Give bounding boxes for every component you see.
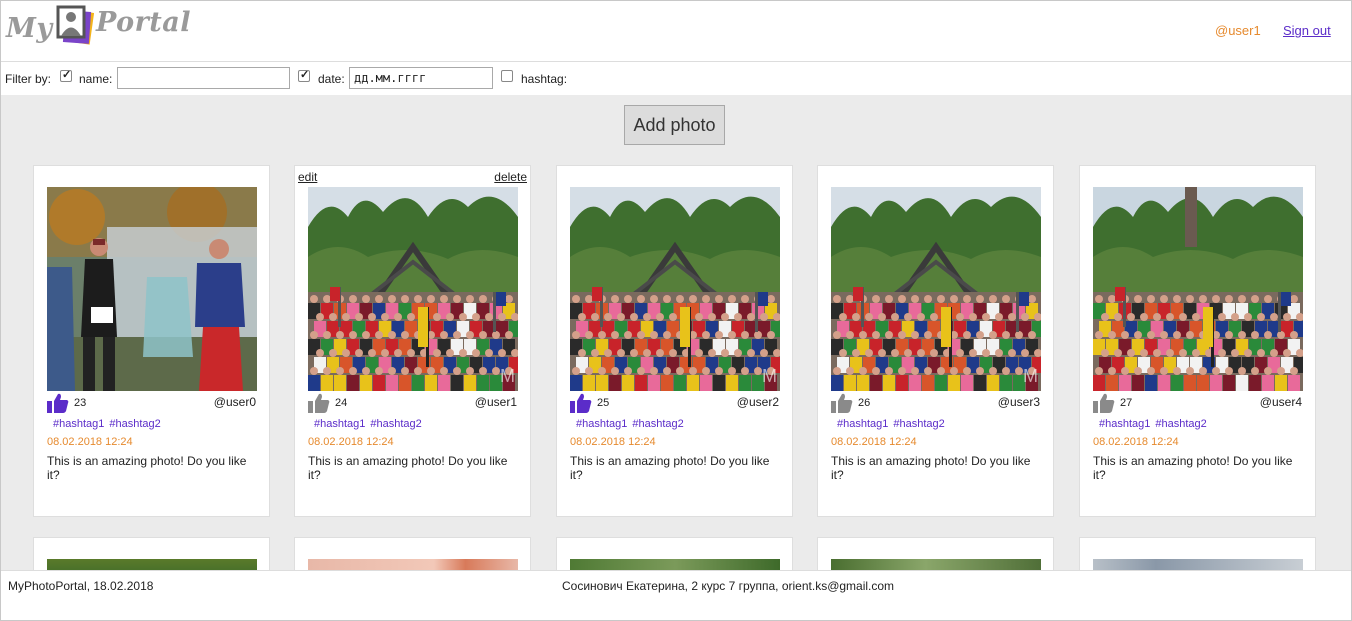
hashtag-list: #hashtag1 #hashtag2 — [576, 418, 689, 430]
hashtag-filter-label: hashtag: — [521, 72, 568, 86]
like-count: 25 — [597, 397, 610, 409]
logo-text-right: Portal — [96, 7, 192, 38]
hashtag-link[interactable]: #hashtag2 — [1155, 418, 1206, 430]
hashtag-link[interactable]: #hashtag2 — [370, 418, 421, 430]
hashtag-filter-checkbox[interactable] — [501, 70, 513, 82]
photo-author[interactable]: @user1 — [475, 395, 517, 409]
date-filter-label: date: — [318, 72, 345, 86]
name-filter-input[interactable] — [117, 67, 290, 89]
hashtag-link[interactable]: #hashtag1 — [53, 418, 104, 430]
photo-image[interactable]: M — [308, 187, 518, 391]
like-count: 23 — [74, 397, 87, 409]
thumbs-up-icon[interactable] — [831, 393, 853, 413]
photo-description: This is an amazing photo! Do you like it… — [47, 454, 247, 482]
photo-date: 08.02.2018 12:24 — [831, 436, 917, 448]
photo-date: 08.02.2018 12:24 — [1093, 436, 1179, 448]
thumbs-up-icon[interactable] — [308, 393, 330, 413]
filter-label: Filter by: — [5, 72, 52, 86]
photo-date: 08.02.2018 12:24 — [47, 436, 133, 448]
svg-text:M: M — [1023, 366, 1038, 386]
photo-image[interactable] — [47, 187, 257, 391]
photo-author[interactable]: @user4 — [1260, 395, 1302, 409]
photo-card[interactable]: 27 @user4 #hashtag1 #hashtag2 08.02.2018 12:… — [1079, 165, 1316, 517]
photo-description: This is an amazing photo! Do you like it… — [1093, 454, 1293, 482]
hashtag-link[interactable]: #hashtag1 — [1099, 418, 1150, 430]
delete-link[interactable]: delete — [494, 170, 527, 184]
thumbs-up-icon[interactable] — [1093, 393, 1115, 413]
photo-image[interactable] — [1093, 187, 1303, 391]
date-filter-checkbox[interactable] — [298, 68, 310, 82]
photo-author[interactable]: @user3 — [998, 395, 1040, 409]
hashtag-list: #hashtag1 #hashtag2 — [53, 418, 166, 430]
svg-text:M: M — [500, 366, 515, 386]
photo-author[interactable]: @user0 — [214, 395, 256, 409]
photo-card[interactable]: edit delete M 24 @user1 #hashtag1 #hashtag2 08.… — [294, 165, 531, 517]
hashtag-list: #hashtag1 #hashtag2 — [314, 418, 427, 430]
hashtag-link[interactable]: #hashtag1 — [576, 418, 627, 430]
photo-date: 08.02.2018 12:24 — [570, 436, 656, 448]
header: My Portal @user1 Sign out — [0, 0, 1352, 62]
sign-out-link[interactable]: Sign out — [1283, 23, 1331, 38]
date-filter-input[interactable]: дд.мм.гггг — [349, 67, 493, 89]
photo-description: This is an amazing photo! Do you like it… — [570, 454, 770, 482]
like-count: 26 — [858, 397, 871, 409]
add-photo-button[interactable]: Add photo — [624, 105, 725, 145]
photo-card[interactable]: 23 @user0 #hashtag1 #hashtag2 08.02.2018 12:… — [33, 165, 270, 517]
photo-author[interactable]: @user2 — [737, 395, 779, 409]
edit-link[interactable]: edit — [298, 170, 317, 184]
hashtag-link[interactable]: #hashtag1 — [837, 418, 888, 430]
filter-bar: Filter by: name: date: дд.мм.гггг hashta… — [0, 62, 1352, 95]
photo-description: This is an amazing photo! Do you like it… — [831, 454, 1031, 482]
hashtag-list: #hashtag1 #hashtag2 — [837, 418, 950, 430]
photo-card[interactable]: M 26 @user3 #hashtag1 #hashtag2 08.02.2018 12… — [817, 165, 1054, 517]
footer-site-info: MyPhotoPortal, 18.02.2018 — [8, 579, 154, 593]
like-count: 24 — [335, 397, 348, 409]
hashtag-list: #hashtag1 #hashtag2 — [1099, 418, 1212, 430]
svg-text:M: M — [762, 366, 777, 386]
logo[interactable]: My Portal — [6, 5, 191, 49]
photo-date: 08.02.2018 12:24 — [308, 436, 394, 448]
hashtag-link[interactable]: #hashtag2 — [109, 418, 160, 430]
photo-card[interactable]: M 25 @user2 #hashtag1 #hashtag2 08.02.2018 12… — [556, 165, 793, 517]
current-user-link[interactable]: @user1 — [1215, 23, 1261, 38]
user-photo-logo-icon — [56, 5, 94, 45]
name-filter-label: name: — [79, 72, 113, 86]
hashtag-link[interactable]: #hashtag2 — [893, 418, 944, 430]
logo-text-left: My — [6, 13, 53, 44]
hashtag-link[interactable]: #hashtag2 — [632, 418, 683, 430]
name-filter-checkbox[interactable] — [60, 68, 72, 82]
photo-image[interactable]: M — [570, 187, 780, 391]
footer: MyPhotoPortal, 18.02.2018 Сосинович Екат… — [0, 570, 1352, 621]
photo-image[interactable]: M — [831, 187, 1041, 391]
hashtag-link[interactable]: #hashtag1 — [314, 418, 365, 430]
photo-description: This is an amazing photo! Do you like it… — [308, 454, 508, 482]
thumbs-up-icon[interactable] — [47, 393, 69, 413]
like-count: 27 — [1120, 397, 1133, 409]
thumbs-up-icon[interactable] — [570, 393, 592, 413]
footer-author-info: Сосинович Екатерина, 2 курс 7 группа, or… — [562, 579, 895, 593]
